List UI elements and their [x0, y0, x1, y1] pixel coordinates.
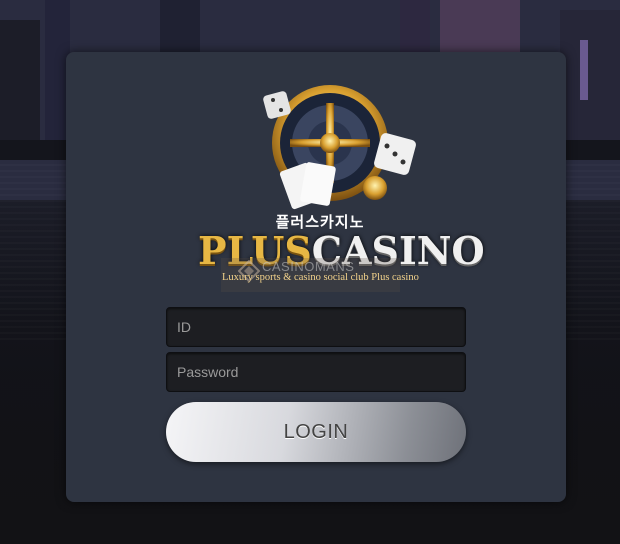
password-input[interactable] [166, 352, 466, 392]
roulette-dice-logo-icon [263, 85, 416, 210]
brand-tagline: Luxury sports & casino social club Plus … [222, 272, 419, 283]
login-button[interactable]: LOGIN [166, 402, 466, 462]
id-input[interactable] [166, 307, 466, 347]
